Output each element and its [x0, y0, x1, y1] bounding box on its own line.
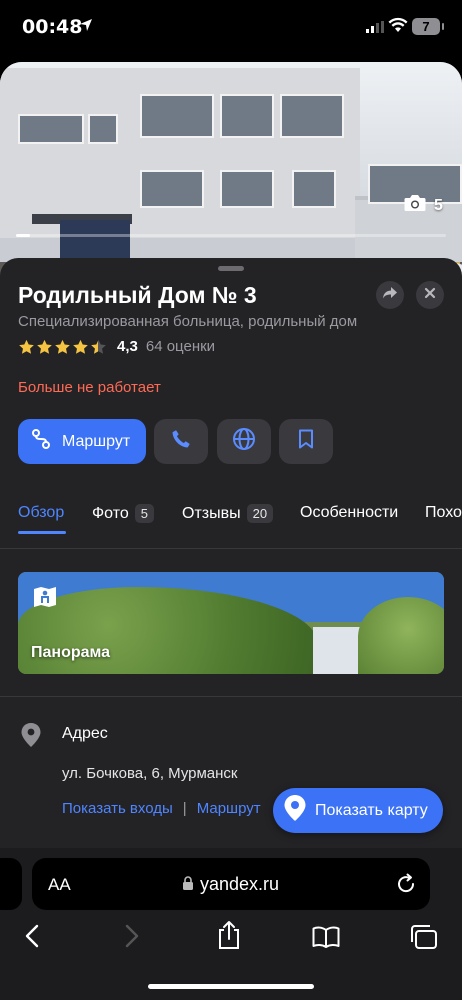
- tab-label: Отзывы: [182, 504, 241, 522]
- show-entrances-link[interactable]: Показать входы: [62, 800, 173, 817]
- status-bar: 00:48 7: [0, 0, 462, 56]
- browser-toolbar: AA yandex.ru: [0, 848, 462, 1000]
- ratings-count: 64 оценки: [145, 338, 216, 355]
- share-button[interactable]: [376, 281, 404, 309]
- cellular-signal-icon: [366, 20, 384, 38]
- panorama-label: Панорама: [31, 644, 111, 661]
- previous-tab-preview[interactable]: [0, 858, 22, 910]
- rating-value: 4,3: [117, 338, 138, 355]
- rating-stars: [18, 339, 107, 355]
- place-title: Родильный Дом № 3: [18, 282, 257, 308]
- route-button-label: Маршрут: [62, 432, 131, 450]
- link-separator: |: [182, 800, 187, 817]
- tab-label: Фото: [92, 504, 129, 522]
- star-icon: [73, 339, 88, 354]
- location-arrow-icon: [78, 17, 94, 38]
- bookmark-button[interactable]: [279, 419, 333, 464]
- close-button[interactable]: [416, 281, 444, 309]
- share-arrow-icon: [382, 286, 398, 305]
- lock-icon: [182, 876, 194, 896]
- tab-overview[interactable]: Обзор: [18, 504, 66, 534]
- tab-badge: 20: [246, 504, 274, 523]
- map-pin-icon: [283, 794, 307, 827]
- call-button[interactable]: [154, 419, 208, 464]
- bookmarks-icon[interactable]: [312, 926, 340, 953]
- tab-label: Обзор: [18, 504, 65, 521]
- forward-icon[interactable]: [124, 924, 140, 953]
- url-text: yandex.ru: [200, 874, 280, 894]
- active-tab-indicator: [18, 531, 66, 534]
- globe-icon: [232, 427, 256, 456]
- route-button[interactable]: Маршрут: [18, 419, 146, 464]
- star-icon: [19, 339, 34, 354]
- bookmark-icon: [298, 429, 314, 454]
- place-photo-gallery[interactable]: 5: [0, 62, 462, 282]
- sheet-grabber[interactable]: [218, 266, 244, 271]
- tab-features[interactable]: Особенности: [300, 504, 398, 522]
- share-icon[interactable]: [216, 920, 242, 955]
- address-route-link[interactable]: Маршрут: [197, 800, 261, 817]
- photo-count: 5: [404, 194, 443, 217]
- place-card: Родильный Дом № 3 Специализированная бол…: [0, 258, 462, 858]
- star-icon: [37, 339, 52, 354]
- address-label: Адрес: [62, 725, 108, 742]
- back-icon[interactable]: [24, 924, 40, 953]
- route-icon: [30, 428, 52, 455]
- status-time: 00:48: [22, 16, 83, 38]
- tab-badge: 5: [134, 504, 154, 523]
- phone-icon: [170, 428, 192, 455]
- close-icon: [424, 286, 436, 304]
- tab-reviews[interactable]: Отзывы 20: [182, 504, 274, 523]
- home-indicator: [148, 984, 314, 989]
- tab-similar[interactable]: Похо: [425, 504, 462, 522]
- photo-count-value: 5: [434, 196, 443, 214]
- tab-bar: Обзор Фото 5 Отзывы 20 Особенности Похо: [0, 496, 462, 549]
- tab-photos[interactable]: Фото 5: [92, 504, 154, 523]
- address-value[interactable]: ул. Бочкова, 6, Мурманск: [62, 765, 238, 782]
- reload-icon[interactable]: [395, 873, 417, 900]
- show-map-label: Показать карту: [315, 801, 428, 819]
- tab-label: Особенности: [300, 504, 399, 521]
- battery-icon: 7: [412, 18, 444, 35]
- star-half-icon: [91, 339, 106, 354]
- wifi-icon: [388, 17, 408, 38]
- address-bar[interactable]: AA yandex.ru: [32, 858, 430, 910]
- divider: [0, 696, 462, 697]
- photo-progress: [16, 234, 446, 237]
- tabs-icon[interactable]: [410, 924, 438, 955]
- show-map-button[interactable]: Показать карту: [273, 788, 443, 833]
- closed-status: Больше не работает: [18, 379, 161, 396]
- text-size-button[interactable]: AA: [48, 875, 71, 895]
- panorama-card[interactable]: Панорама: [18, 572, 444, 674]
- rating-row[interactable]: 4,3 64 оценки: [18, 338, 215, 355]
- address-links: Показать входы | Маршрут: [62, 800, 261, 817]
- panorama-icon: [32, 586, 58, 613]
- tab-label: Похо: [425, 504, 462, 521]
- website-button[interactable]: [217, 419, 271, 464]
- star-icon: [55, 339, 70, 354]
- place-category: Специализированная больница, родильный д…: [18, 313, 358, 330]
- location-pin-icon: [20, 722, 42, 753]
- camera-icon: [404, 194, 426, 217]
